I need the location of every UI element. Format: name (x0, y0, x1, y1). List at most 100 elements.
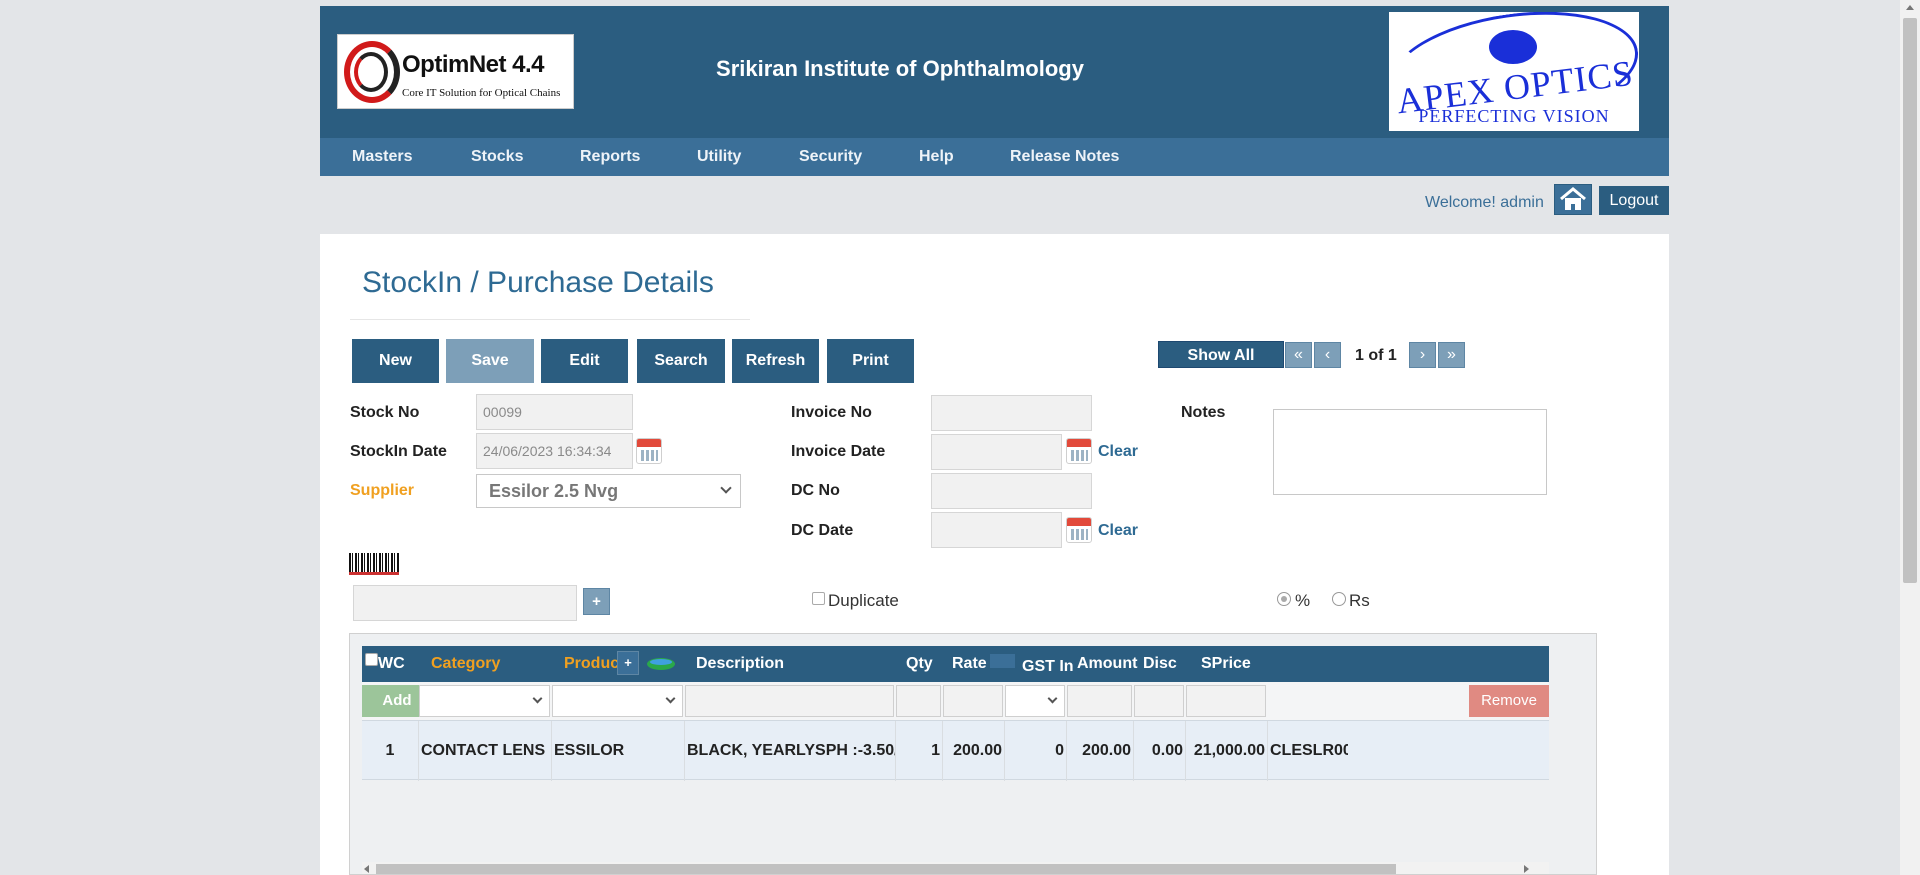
notes-textarea[interactable] (1273, 409, 1547, 495)
row-sprice: 21,000.00 (1186, 721, 1268, 781)
apex-logo-dot (1489, 30, 1537, 64)
scroll-up-icon[interactable] (1906, 5, 1914, 10)
supplier-select[interactable]: Essilor 2.5 Nvg (476, 474, 741, 508)
grid-entry-row: Add Remove (362, 682, 1549, 720)
apex-logo-tagline: PERFECTING VISION (1418, 106, 1610, 126)
product-select[interactable] (552, 685, 683, 717)
dc-date-clear-link[interactable]: Clear (1098, 522, 1138, 540)
scroll-left-icon[interactable] (364, 865, 369, 873)
col-qty: Qty (906, 655, 933, 672)
invoice-no-label: Invoice No (791, 404, 872, 421)
remove-row-button[interactable]: Remove (1469, 685, 1549, 717)
percent-label: % (1295, 591, 1311, 610)
invoice-date-clear-link[interactable]: Clear (1098, 443, 1138, 461)
product-add-button[interactable]: + (617, 651, 639, 675)
col-gst-in: GST In (1022, 658, 1074, 675)
rate-input[interactable] (943, 685, 1003, 717)
optimnet-inner-ring-graphic (354, 52, 388, 92)
barcode-icon (349, 553, 399, 575)
row-disc: 0.00 (1134, 721, 1186, 781)
save-button[interactable]: Save (446, 339, 534, 383)
chevron-down-icon (720, 482, 732, 494)
row-gst: 0 (1005, 721, 1067, 781)
gst-select[interactable] (1005, 685, 1065, 717)
dc-date-field[interactable] (931, 512, 1062, 548)
print-button[interactable]: Print (827, 339, 914, 383)
invoice-date-calendar-icon[interactable] (1066, 438, 1092, 464)
chevron-down-icon (665, 693, 676, 704)
last-page-button[interactable]: » (1438, 342, 1465, 368)
row-rate: 200.00 (943, 721, 1005, 781)
menu-reports[interactable]: Reports (580, 138, 640, 176)
col-product[interactable]: Product (564, 646, 624, 682)
amount-input[interactable] (1067, 685, 1132, 717)
optimnet-logo-name: OptimNet 4.4 (402, 51, 545, 78)
title-divider (350, 319, 750, 320)
row-amount: 200.00 (1067, 721, 1134, 781)
institute-name: Srikiran Institute of Ophthalmology (716, 56, 1084, 81)
supplier-select-value: Essilor 2.5 Nvg (489, 481, 619, 501)
description-input[interactable] (685, 685, 894, 717)
invoice-no-field[interactable] (931, 395, 1092, 431)
menu-security[interactable]: Security (799, 138, 862, 176)
scrollbar-thumb[interactable] (1903, 18, 1917, 583)
sprice-input[interactable] (1186, 685, 1266, 717)
scrollbar-thumb[interactable] (376, 864, 1396, 874)
menu-release-notes[interactable]: Release Notes (1010, 138, 1119, 176)
category-select[interactable] (419, 685, 550, 717)
first-page-button[interactable]: « (1285, 342, 1312, 368)
row-description: BLACK, YEARLYSPH :-3.50/ ... (685, 721, 896, 781)
supplier-label: Supplier (350, 482, 415, 499)
main-menu: Masters Stocks Reports Utility Security … (320, 138, 1669, 176)
menu-stocks[interactable]: Stocks (471, 138, 523, 176)
duplicate-checkbox[interactable] (812, 592, 825, 605)
lens-icon[interactable] (646, 656, 676, 672)
col-amount: Amount (1077, 655, 1138, 672)
dc-date-calendar-icon[interactable] (1066, 517, 1092, 543)
barcode-add-button[interactable]: + (583, 588, 610, 615)
qty-input[interactable] (896, 685, 941, 717)
scroll-right-icon[interactable] (1524, 865, 1529, 873)
search-button[interactable]: Search (637, 339, 725, 383)
home-button[interactable] (1554, 184, 1592, 215)
optimnet-logo: OptimNet 4.4 Core IT Solution for Optica… (337, 34, 574, 109)
next-page-button[interactable]: › (1409, 342, 1436, 368)
stockin-date-calendar-icon[interactable] (636, 438, 662, 464)
row-category: CONTACT LENS (419, 721, 552, 781)
rs-label: Rs (1349, 591, 1370, 610)
invoice-date-field[interactable] (931, 434, 1062, 470)
dc-no-field[interactable] (931, 473, 1092, 509)
app-header: OptimNet 4.4 Core IT Solution for Optica… (320, 6, 1669, 138)
page-indicator: 1 of 1 (1355, 347, 1397, 364)
grid-horizontal-scrollbar[interactable] (362, 862, 1549, 874)
gst-toggle[interactable] (989, 653, 1016, 669)
refresh-button[interactable]: Refresh (732, 339, 819, 383)
dc-no-label: DC No (791, 482, 840, 499)
optimnet-logo-tagline: Core IT Solution for Optical Chains (402, 87, 561, 99)
wc-select-all-checkbox[interactable] (365, 653, 378, 666)
disc-input[interactable] (1134, 685, 1184, 717)
table-row[interactable]: 1 CONTACT LENS ESSILOR BLACK, YEARLYSPH … (362, 720, 1549, 781)
col-description: Description (696, 655, 785, 672)
main-panel: StockIn / Purchase Details New Save Edit… (320, 234, 1669, 875)
new-button[interactable]: New (352, 339, 439, 383)
menu-masters[interactable]: Masters (352, 138, 412, 176)
menu-utility[interactable]: Utility (697, 138, 741, 176)
stockin-date-field[interactable]: 24/06/2023 16:34:34 (476, 433, 633, 469)
page-vertical-scrollbar[interactable] (1900, 0, 1920, 875)
menu-help[interactable]: Help (919, 138, 954, 176)
col-rate: Rate (952, 655, 987, 672)
col-category[interactable]: Category (431, 646, 500, 682)
prev-page-button[interactable]: ‹ (1314, 342, 1341, 368)
percent-radio[interactable] (1277, 592, 1291, 606)
logout-button[interactable]: Logout (1599, 186, 1669, 215)
notes-label: Notes (1181, 404, 1226, 421)
chevron-down-icon (532, 693, 543, 704)
home-icon (1560, 187, 1586, 210)
stock-no-label: Stock No (350, 404, 420, 421)
edit-button[interactable]: Edit (541, 339, 628, 383)
stock-no-field[interactable]: 00099 (476, 394, 633, 430)
barcode-input[interactable] (353, 585, 577, 621)
rs-radio[interactable] (1332, 592, 1346, 606)
show-all-button[interactable]: Show All (1158, 341, 1284, 368)
